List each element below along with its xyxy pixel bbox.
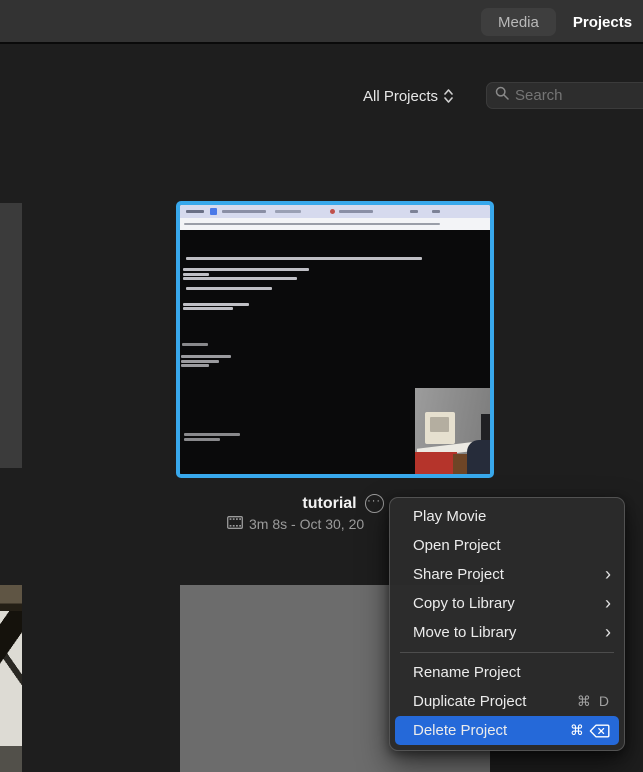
project-thumbnail-selected[interactable] — [176, 201, 494, 478]
thumb-browser-addressbar — [180, 218, 490, 230]
menu-item-label: Play Movie — [413, 508, 486, 525]
menu-item-label: Delete Project — [413, 722, 507, 739]
filmstrip-icon — [227, 516, 243, 532]
ellipsis-circle-icon[interactable]: ··· — [365, 494, 384, 513]
toolbar: Media Projects — [0, 0, 643, 44]
menu-item-move-to-library[interactable]: Move to Library › — [390, 618, 624, 647]
menu-item-duplicate-project[interactable]: Duplicate Project ⌘ D — [390, 687, 624, 716]
project-context-menu: Play MovieOpen ProjectShare Project›Copy… — [389, 497, 625, 751]
menu-item-label: Copy to Library — [413, 595, 515, 612]
menu-item-shortcut: ⌘ — [570, 722, 610, 739]
menu-item-label: Duplicate Project — [413, 693, 526, 710]
menu-item-rename-project[interactable]: Rename Project — [390, 658, 624, 687]
project-title: tutorial — [302, 495, 356, 513]
menu-item-delete-project[interactable]: Delete Project ⌘ — [395, 716, 619, 745]
project-duration-date: 3m 8s - Oct 30, 20 — [249, 516, 364, 532]
tab-projects[interactable]: Projects — [556, 8, 643, 36]
view-tabs: Media Projects — [481, 8, 643, 36]
thumb-browser-tabbar — [180, 205, 490, 218]
thumb-webcam-inset — [415, 388, 490, 474]
project-thumbnail-partial-left-2[interactable] — [0, 585, 22, 772]
menu-item-share-project[interactable]: Share Project › — [390, 560, 624, 589]
menu-item-open-project[interactable]: Open Project — [390, 531, 624, 560]
menu-separator — [400, 652, 614, 653]
menu-item-label: Share Project — [413, 566, 504, 583]
menu-item-label: Open Project — [413, 537, 501, 554]
submenu-chevron-icon: › — [605, 623, 611, 643]
menu-item-shortcut: ⌘ D — [577, 693, 611, 710]
chevron-up-down-icon — [444, 88, 453, 104]
menu-item-play-movie[interactable]: Play Movie — [390, 502, 624, 531]
search-field[interactable] — [486, 82, 643, 109]
submenu-chevron-icon: › — [605, 565, 611, 585]
menu-item-label: Rename Project — [413, 664, 521, 681]
menu-item-label: Move to Library — [413, 624, 516, 641]
project-meta: 3m 8s - Oct 30, 20 — [227, 515, 364, 533]
tab-media[interactable]: Media — [481, 8, 556, 36]
imovie-projects-window: Media Projects All Projects — [0, 0, 643, 772]
submenu-chevron-icon: › — [605, 594, 611, 614]
all-projects-label: All Projects — [363, 88, 438, 105]
project-thumbnail-partial-left[interactable] — [0, 203, 22, 468]
all-projects-dropdown[interactable]: All Projects — [363, 84, 453, 108]
search-icon — [495, 86, 509, 105]
menu-item-copy-to-library[interactable]: Copy to Library › — [390, 589, 624, 618]
search-input[interactable] — [515, 87, 643, 104]
backspace-icon — [589, 724, 610, 738]
